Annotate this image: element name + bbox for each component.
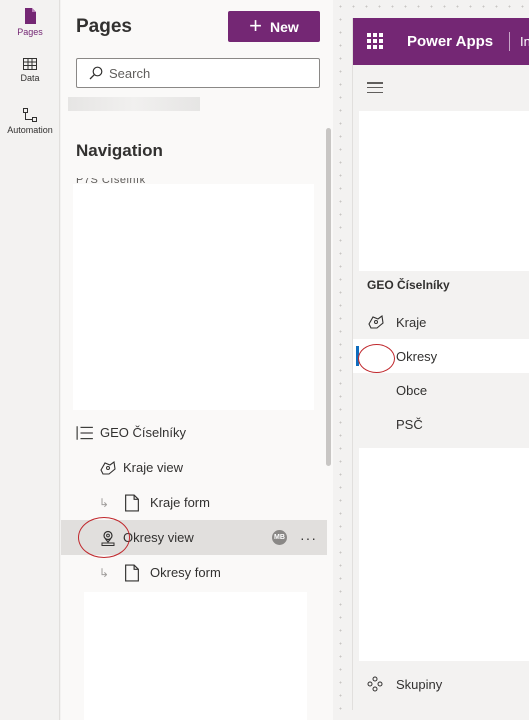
redacted-area: [359, 111, 529, 271]
app-title-clipped: In: [520, 34, 529, 49]
plus-icon: +: [249, 12, 263, 38]
rail-item-label: Data: [20, 73, 40, 83]
rail-item-data[interactable]: Data: [0, 58, 60, 83]
tree-label: Kraje form: [150, 495, 210, 510]
app-nav-label: Skupiny: [396, 676, 443, 692]
app-nav-item-obce[interactable]: Obce: [353, 373, 529, 407]
annotation-circle: [358, 344, 395, 373]
app-nav-label: PSČ: [396, 416, 423, 432]
app-preview: Power Apps In GEO Číselníky Kraje Okresy…: [352, 18, 529, 710]
navigation-title: Navigation: [76, 141, 163, 160]
tree-item-kraje-view[interactable]: Kraje view: [61, 450, 327, 485]
rail-item-pages[interactable]: Pages: [0, 8, 60, 37]
annotation-circle: [78, 517, 130, 558]
redacted-area: [359, 448, 529, 661]
app-nav-group-label: GEO Číselníky: [367, 278, 450, 292]
tree-group-geo[interactable]: GEO Číselníky: [61, 415, 327, 450]
app-nav-item-kraje[interactable]: Kraje: [353, 305, 529, 339]
hamburger-menu-icon[interactable]: [367, 82, 383, 93]
left-rail: Pages Data Automation: [0, 0, 60, 720]
loading-placeholder: [68, 97, 200, 111]
new-page-button[interactable]: + New: [228, 11, 320, 42]
form-icon: [125, 493, 139, 512]
tree-label: Kraje view: [123, 460, 183, 475]
search-box[interactable]: [76, 58, 320, 88]
avatar: MB: [272, 530, 287, 545]
panel-title: Pages: [76, 16, 132, 37]
more-options-icon[interactable]: ···: [300, 530, 317, 546]
child-connector-icon: ↳: [99, 495, 110, 510]
tree-item-okresy-form[interactable]: ↳ Okresy form: [61, 555, 327, 590]
app-nav-item-psc[interactable]: PSČ: [353, 407, 529, 441]
search-input[interactable]: [109, 65, 309, 81]
app-nav-label: Obce: [396, 382, 428, 398]
area-view-icon: [368, 315, 384, 329]
rail-item-label: Pages: [17, 27, 43, 37]
redacted-area: [84, 592, 307, 720]
header-divider: [509, 32, 510, 51]
form-icon: [125, 563, 139, 582]
app-header: Power Apps In: [353, 18, 529, 65]
pages-panel: Pages + New Navigation P7S Číselník GEO …: [61, 0, 333, 720]
tree-label: Okresy form: [150, 565, 221, 580]
tree-item-kraje-form[interactable]: ↳ Kraje form: [61, 485, 327, 520]
waffle-icon[interactable]: [367, 33, 383, 49]
tree-label: Okresy view: [123, 530, 194, 545]
redacted-area: [73, 184, 314, 410]
new-button-label: New: [270, 18, 299, 35]
rail-item-automation[interactable]: Automation: [0, 108, 60, 135]
search-icon: [89, 66, 103, 80]
app-nav-label: Okresy: [396, 348, 438, 364]
table-icon: [23, 58, 37, 70]
area-view-icon: [100, 460, 116, 475]
groups-icon: [367, 676, 383, 692]
rail-item-label: Automation: [7, 125, 53, 135]
page-icon: [25, 8, 36, 24]
app-name: Power Apps: [407, 33, 494, 50]
tree-label: GEO Číselníky: [100, 425, 186, 440]
child-connector-icon: ↳: [99, 565, 110, 580]
group-list-icon: [76, 425, 93, 440]
flow-icon: [23, 108, 37, 122]
app-nav-item-skupiny[interactable]: Skupiny: [353, 667, 529, 701]
app-nav-label: Kraje: [396, 314, 427, 330]
